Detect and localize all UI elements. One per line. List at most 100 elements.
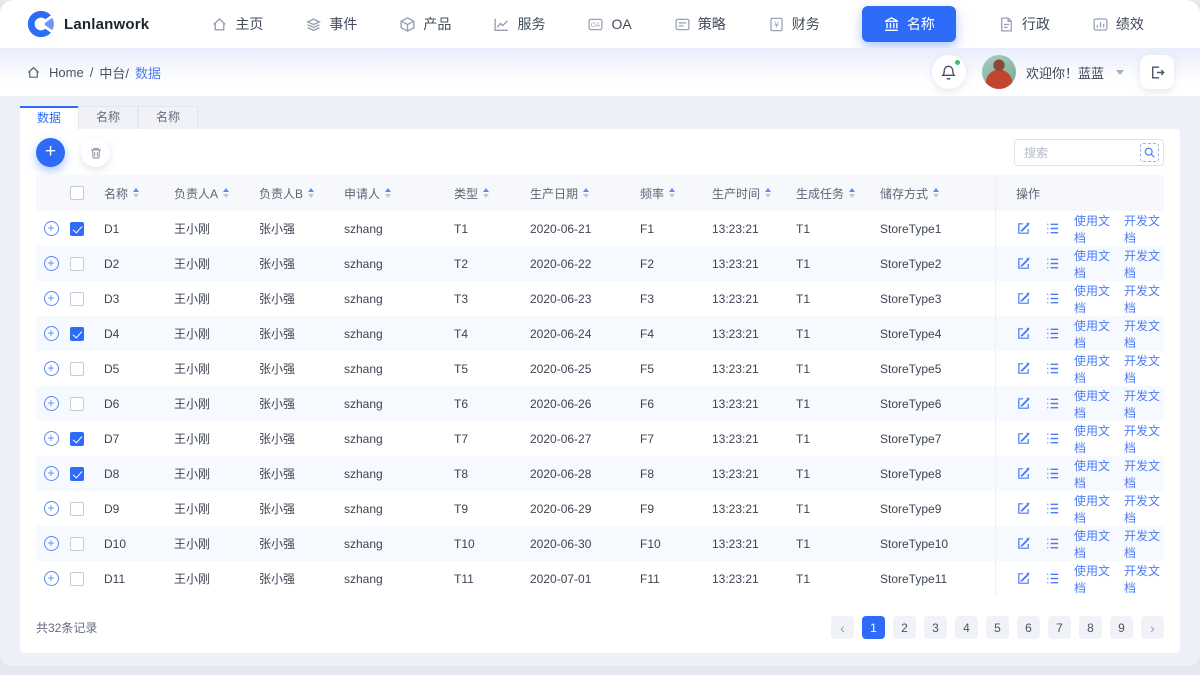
nav-item-events[interactable]: 事件 [305,14,357,34]
usage-doc-link[interactable]: 使用文档 [1074,422,1110,456]
notifications-button[interactable] [931,55,966,89]
row-checkbox[interactable] [70,396,84,411]
page-button-1[interactable]: 1 [862,616,885,639]
expand-row-icon[interactable]: + [43,571,59,586]
row-checkbox[interactable] [70,431,84,446]
list-icon[interactable] [1045,571,1060,586]
nav-item-name[interactable]: 名称 [861,6,956,42]
row-checkbox[interactable] [70,221,84,236]
dev-doc-link[interactable]: 开发文档 [1124,212,1160,246]
edit-icon[interactable] [1016,536,1031,551]
edit-icon[interactable] [1016,221,1031,236]
usage-doc-link[interactable]: 使用文档 [1074,562,1110,596]
row-checkbox[interactable] [70,256,84,271]
select-all-checkbox[interactable] [70,186,84,200]
column-header-type[interactable]: 类型 [454,185,530,202]
list-icon[interactable] [1045,361,1060,376]
usage-doc-link[interactable]: 使用文档 [1074,457,1110,491]
nav-item-oa[interactable]: OA OA [587,16,632,33]
logout-button[interactable] [1140,55,1174,89]
tab-data[interactable]: 数据 [20,106,79,129]
delete-button[interactable] [81,138,110,167]
row-checkbox[interactable] [70,361,84,376]
edit-icon[interactable] [1016,431,1031,446]
expand-row-icon[interactable]: + [43,256,59,271]
tab-name-2[interactable]: 名称 [138,106,199,129]
dev-doc-link[interactable]: 开发文档 [1124,352,1160,386]
usage-doc-link[interactable]: 使用文档 [1074,317,1110,351]
list-icon[interactable] [1045,431,1060,446]
edit-icon[interactable] [1016,571,1031,586]
dev-doc-link[interactable]: 开发文档 [1124,282,1160,316]
list-icon[interactable] [1045,326,1060,341]
list-icon[interactable] [1045,536,1060,551]
usage-doc-link[interactable]: 使用文档 [1074,247,1110,281]
add-button[interactable]: + [36,138,65,167]
row-checkbox[interactable] [70,326,84,341]
dev-doc-link[interactable]: 开发文档 [1124,247,1160,281]
search-button[interactable] [1140,143,1159,162]
row-checkbox[interactable] [70,536,84,551]
list-icon[interactable] [1045,221,1060,236]
dev-doc-link[interactable]: 开发文档 [1124,387,1160,421]
column-header-applicant[interactable]: 申请人 [344,185,454,202]
column-header-owner-b[interactable]: 负责人B [259,185,344,202]
expand-row-icon[interactable]: + [43,361,59,376]
list-icon[interactable] [1045,256,1060,271]
nav-item-strategy[interactable]: 策略 [674,14,726,34]
page-button-6[interactable]: 6 [1017,616,1040,639]
edit-icon[interactable] [1016,396,1031,411]
page-button-4[interactable]: 4 [955,616,978,639]
edit-icon[interactable] [1016,501,1031,516]
column-header-name[interactable]: 名称 [104,185,174,202]
breadcrumb-section[interactable]: 中台/ [99,63,129,82]
edit-icon[interactable] [1016,466,1031,481]
column-header-time[interactable]: 生产时间 [712,185,796,202]
page-button-5[interactable]: 5 [986,616,1009,639]
dev-doc-link[interactable]: 开发文档 [1124,317,1160,351]
nav-item-performance[interactable]: 绩效 [1092,14,1144,34]
user-menu[interactable]: 欢迎你！蓝蓝 [981,55,1124,89]
next-page-button[interactable]: › [1141,616,1164,639]
dev-doc-link[interactable]: 开发文档 [1124,492,1160,526]
expand-row-icon[interactable]: + [43,396,59,411]
usage-doc-link[interactable]: 使用文档 [1074,212,1110,246]
dev-doc-link[interactable]: 开发文档 [1124,562,1160,596]
tab-name-1[interactable]: 名称 [78,106,139,129]
dev-doc-link[interactable]: 开发文档 [1124,457,1160,491]
edit-icon[interactable] [1016,291,1031,306]
row-checkbox[interactable] [70,466,84,481]
page-button-2[interactable]: 2 [893,616,916,639]
column-header-store[interactable]: 储存方式 [880,185,995,202]
expand-row-icon[interactable]: + [43,326,59,341]
usage-doc-link[interactable]: 使用文档 [1074,527,1110,561]
page-button-3[interactable]: 3 [924,616,947,639]
dev-doc-link[interactable]: 开发文档 [1124,527,1160,561]
list-icon[interactable] [1045,501,1060,516]
expand-row-icon[interactable]: + [43,221,59,236]
column-header-date[interactable]: 生产日期 [530,185,640,202]
list-icon[interactable] [1045,466,1060,481]
usage-doc-link[interactable]: 使用文档 [1074,387,1110,421]
column-header-owner-a[interactable]: 负责人A [174,185,259,202]
column-header-frequency[interactable]: 频率 [640,185,712,202]
expand-row-icon[interactable]: + [43,466,59,481]
nav-item-admin[interactable]: 行政 [998,14,1050,34]
prev-page-button[interactable]: ‹ [831,616,854,639]
edit-icon[interactable] [1016,256,1031,271]
dev-doc-link[interactable]: 开发文档 [1124,422,1160,456]
row-checkbox[interactable] [70,501,84,516]
nav-item-finance[interactable]: ¥ 财务 [768,14,820,34]
search-input[interactable] [1024,145,1140,160]
page-button-7[interactable]: 7 [1048,616,1071,639]
usage-doc-link[interactable]: 使用文档 [1074,352,1110,386]
usage-doc-link[interactable]: 使用文档 [1074,282,1110,316]
list-icon[interactable] [1045,396,1060,411]
nav-item-product[interactable]: 产品 [399,14,451,34]
nav-item-home[interactable]: 主页 [211,14,263,34]
page-button-9[interactable]: 9 [1110,616,1133,639]
expand-row-icon[interactable]: + [43,536,59,551]
breadcrumb-home[interactable]: Home [49,65,84,80]
usage-doc-link[interactable]: 使用文档 [1074,492,1110,526]
expand-row-icon[interactable]: + [43,501,59,516]
